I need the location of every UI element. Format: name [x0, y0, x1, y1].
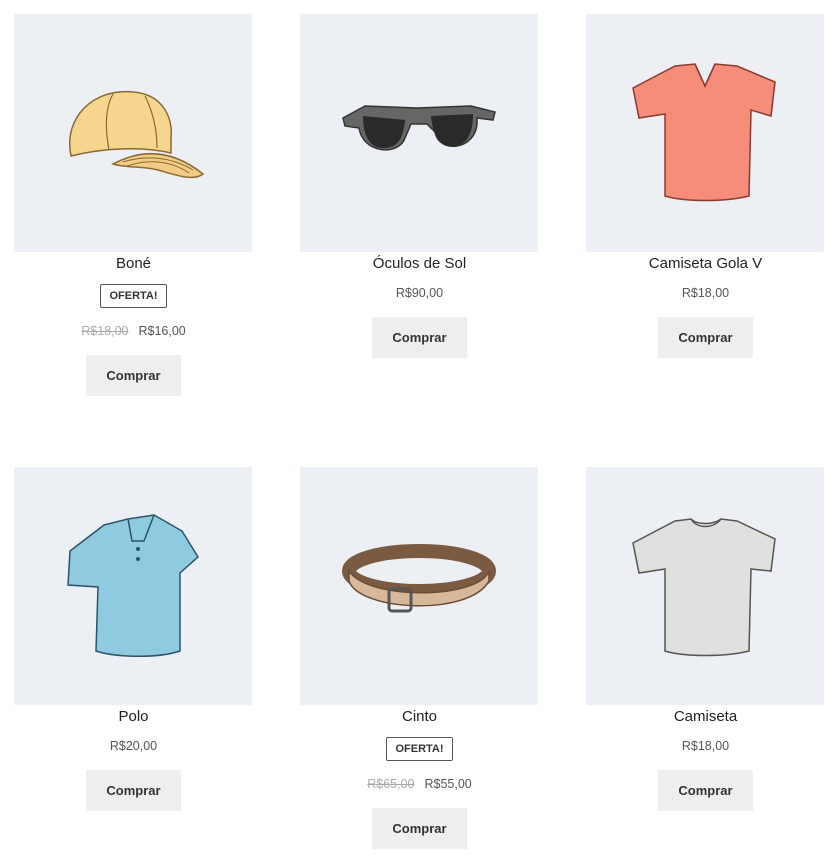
cap-icon [69, 90, 205, 179]
product-price: R$20,00 [109, 739, 158, 753]
product-title[interactable]: Camiseta Gola V [586, 254, 825, 274]
product-price: R$18,00 R$16,00 [14, 322, 253, 340]
buy-button[interactable]: Comprar [86, 355, 181, 396]
buy-button[interactable]: Comprar [658, 770, 753, 811]
product-title[interactable]: Boné [14, 254, 253, 274]
product-image-sunglasses[interactable] [300, 14, 538, 252]
sale-badge: OFERTA! [386, 737, 453, 761]
product-card: Camiseta Gola V R$18,00 Comprar [586, 14, 825, 358]
product-card: Boné OFERTA! R$18,00 R$16,00 Comprar [14, 14, 253, 396]
tshirt-icon [632, 63, 776, 202]
product-image-belt[interactable] [300, 467, 538, 705]
product-card: Cinto OFERTA! R$65,00 R$55,00 Comprar [300, 467, 539, 849]
sunglasses-icon [342, 105, 496, 151]
product-price: R$18,00 [681, 286, 730, 300]
product-title[interactable]: Camiseta [586, 707, 825, 727]
product-price: R$90,00 [395, 286, 444, 300]
tshirt-icon [632, 518, 776, 657]
product-image-tshirt[interactable] [586, 467, 824, 705]
product-price: R$18,00 [681, 739, 730, 753]
product-card: Polo R$20,00 Comprar [14, 467, 253, 811]
product-price: R$65,00 R$55,00 [300, 775, 539, 793]
sale-badge: OFERTA! [100, 284, 167, 308]
buy-button[interactable]: Comprar [658, 317, 753, 358]
sale-price: R$16,00 [138, 324, 186, 338]
product-image-polo[interactable] [14, 467, 252, 705]
polo-shirt-icon [67, 514, 199, 657]
product-image-cap[interactable] [14, 14, 252, 252]
buy-button[interactable]: Comprar [372, 317, 467, 358]
old-price: R$18,00 [81, 324, 129, 338]
product-image-vneck-tshirt[interactable] [586, 14, 824, 252]
belt-icon [342, 544, 496, 613]
product-card: Camiseta R$18,00 Comprar [586, 467, 825, 811]
sale-price: R$55,00 [424, 777, 472, 791]
buy-button[interactable]: Comprar [86, 770, 181, 811]
old-price: R$65,00 [367, 777, 415, 791]
product-card: Óculos de Sol R$90,00 Comprar [300, 14, 539, 358]
product-title[interactable]: Cinto [300, 707, 539, 727]
buy-button[interactable]: Comprar [372, 808, 467, 849]
product-title[interactable]: Polo [14, 707, 253, 727]
product-title[interactable]: Óculos de Sol [300, 254, 539, 274]
